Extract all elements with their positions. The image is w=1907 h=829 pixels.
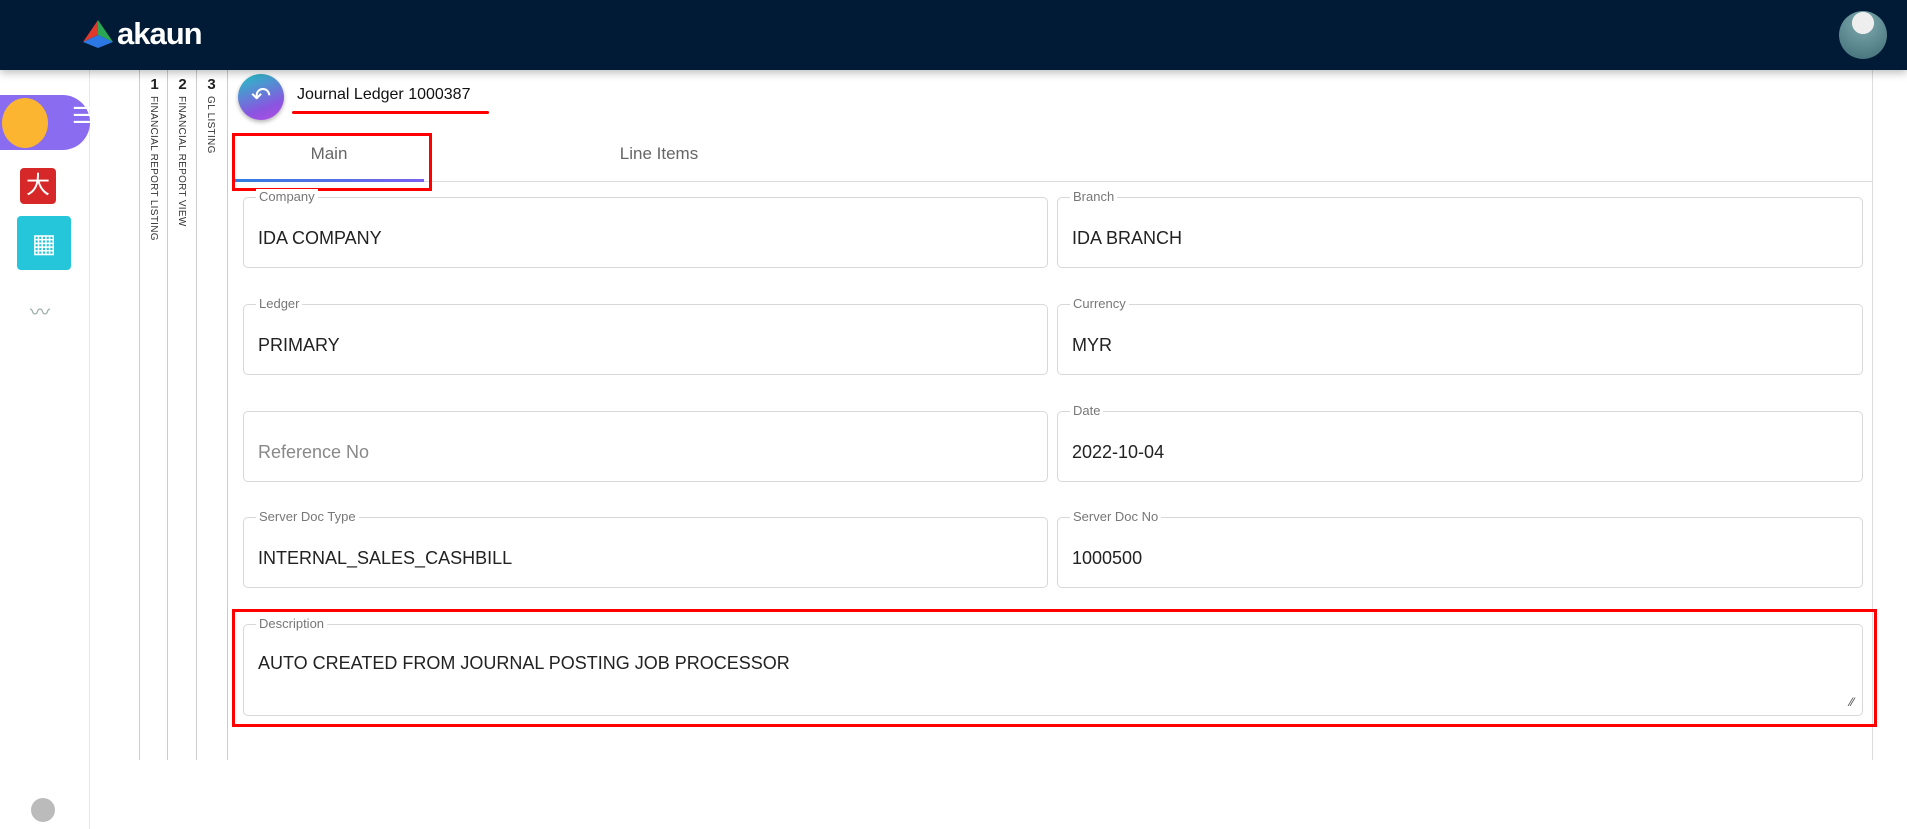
breadcrumb-tab-3[interactable]: 3 GL LISTING — [197, 70, 228, 760]
company-field[interactable]: Company IDA COMPANY — [243, 189, 1048, 268]
breadcrumb-label: FINANCIAL REPORT VIEW — [176, 96, 187, 227]
field-label: Date — [1070, 403, 1104, 418]
breadcrumb-label: FINANCIAL REPORT LISTING — [148, 96, 159, 241]
breadcrumb-num: 2 — [178, 76, 187, 93]
breadcrumb-label: GL LISTING — [205, 96, 216, 154]
app-sidebar: ☰ 大 ▦ 〰 — [0, 70, 92, 829]
financial-report-app-icon[interactable] — [2, 98, 48, 148]
field-value: IDA BRANCH — [1072, 228, 1183, 248]
logo[interactable]: akaun — [83, 16, 203, 52]
branch-field[interactable]: Branch IDA BRANCH — [1057, 189, 1863, 268]
back-button[interactable]: ↶ — [238, 74, 284, 120]
logo-text: akaun — [117, 16, 203, 51]
tab-bar: Main Line Items — [232, 130, 1873, 182]
akaun-logo-icon — [83, 20, 113, 48]
main-panel: ↶ Journal Ledger 1000387 Main Line Items… — [228, 70, 1877, 760]
field-value: 1000500 — [1072, 548, 1143, 568]
tab-line-items[interactable]: Line Items — [564, 130, 754, 182]
server-doc-no-field[interactable]: Server Doc No 1000500 — [1057, 509, 1863, 588]
field-value: IDA COMPANY — [258, 228, 382, 248]
field-label: Server Doc No — [1070, 509, 1162, 524]
reference-no-field[interactable]: Reference No — [243, 411, 1048, 482]
trend-icon[interactable]: 〰 — [30, 296, 50, 325]
field-label: Ledger — [256, 296, 303, 311]
field-label: Company — [256, 189, 318, 204]
field-value: MYR — [1072, 335, 1112, 355]
date-field[interactable]: Date 2022-10-04 — [1057, 403, 1863, 482]
breadcrumb-tab-1[interactable]: 1 FINANCIAL REPORT LISTING — [139, 70, 168, 760]
back-arrow-icon: ↶ — [250, 83, 272, 110]
field-value: PRIMARY — [258, 335, 340, 355]
ledger-field[interactable]: Ledger PRIMARY — [243, 296, 1048, 375]
menu-toggle-icon[interactable]: ☰ — [72, 103, 92, 129]
field-value: INTERNAL_SALES_CASHBILL — [258, 548, 513, 568]
field-value: 2022-10-04 — [1072, 442, 1165, 462]
description-annotation-box — [232, 609, 1877, 727]
breadcrumb-tab-2[interactable]: 2 FINANCIAL REPORT VIEW — [168, 70, 197, 760]
breadcrumb-num: 1 — [150, 76, 159, 93]
currency-field[interactable]: Currency MYR — [1057, 296, 1863, 375]
breadcrumb-num: 3 — [207, 76, 216, 93]
tab-annotation-box — [232, 133, 432, 191]
user-profile-icon[interactable] — [31, 798, 55, 822]
field-label: Branch — [1070, 189, 1118, 204]
title-annotation-underline — [292, 111, 489, 114]
calculator-app-icon[interactable]: ▦ — [17, 216, 71, 270]
field-placeholder: Reference No — [258, 442, 370, 462]
page-title: Journal Ledger 1000387 — [297, 86, 471, 103]
user-avatar[interactable] — [1839, 11, 1887, 59]
top-bar: akaun — [0, 0, 1907, 70]
field-label: Server Doc Type — [256, 509, 359, 524]
server-doc-type-field[interactable]: Server Doc Type INTERNAL_SALES_CASHBILL — [243, 509, 1048, 588]
field-label: Currency — [1070, 296, 1129, 311]
pdf-app-icon[interactable]: 大 — [20, 168, 56, 204]
